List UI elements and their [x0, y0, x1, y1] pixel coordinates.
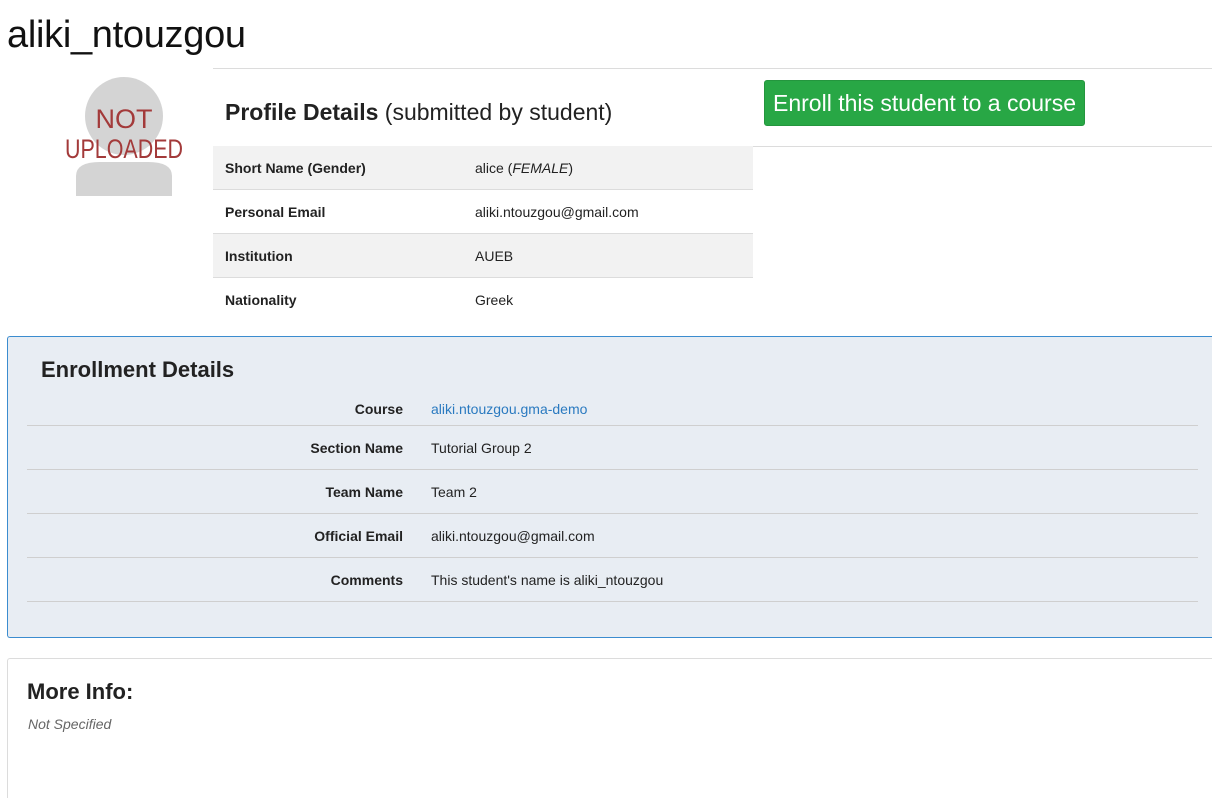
institution-value: AUEB [463, 233, 753, 278]
table-row: Short Name (Gender) alice (FEMALE) [213, 146, 753, 190]
avatar-text-line1: NOT [96, 104, 153, 134]
table-row: Nationality Greek [213, 278, 753, 322]
enroll-student-button[interactable]: Enroll this student to a course [764, 80, 1085, 126]
section-name-value: Tutorial Group 2 [431, 439, 532, 456]
list-item: Official Email aliki.ntouzgou@gmail.com [27, 514, 1198, 558]
comments-value: This student's name is aliki_ntouzgou [431, 571, 664, 588]
official-email-value: aliki.ntouzgou@gmail.com [431, 527, 595, 544]
team-name-label: Team Name [325, 483, 403, 500]
profile-heading-title: Profile Details [225, 99, 379, 125]
more-info-panel: More Info: Not Specified [7, 658, 1212, 798]
profile-placeholder-icon: NOT UPLOADED [65, 77, 183, 196]
section-name-label: Section Name [310, 439, 403, 456]
short-name-value: alice (FEMALE) [463, 146, 753, 190]
institution-label: Institution [213, 233, 463, 278]
profile-heading: Profile Details (submitted by student) [225, 99, 612, 126]
enrollment-panel: Enrollment Details Course aliki.ntouzgou… [7, 336, 1212, 638]
enrollment-heading: Enrollment Details [41, 357, 235, 382]
page-title: aliki_ntouzgou [7, 14, 246, 56]
short-name-label: Short Name (Gender) [213, 146, 463, 190]
list-item: Course aliki.ntouzgou.gma-demo [27, 386, 1198, 426]
table-row: Personal Email aliki.ntouzgou@gmail.com [213, 189, 753, 234]
team-name-value: Team 2 [431, 483, 477, 500]
more-info-heading: More Info: [27, 679, 134, 704]
short-name-text: alice [475, 159, 504, 176]
table-row: Institution AUEB [213, 233, 753, 278]
personal-email-label: Personal Email [213, 189, 463, 234]
comments-label: Comments [330, 571, 403, 588]
more-info-value: Not Specified [28, 716, 112, 732]
enrollment-details-list: Course aliki.ntouzgou.gma-demo Section N… [27, 386, 1198, 602]
nationality-value: Greek [475, 291, 514, 308]
profile-panel: Profile Details (submitted by student) E… [213, 68, 1212, 337]
profile-heading-note: (submitted by student) [384, 99, 613, 125]
course-link[interactable]: aliki.ntouzgou.gma-demo [431, 401, 587, 417]
list-item: Team Name Team 2 [27, 470, 1198, 514]
official-email-label: Official Email [314, 527, 403, 544]
gender-value: FEMALE [512, 159, 569, 176]
course-label: Course [354, 401, 403, 417]
list-item: Section Name Tutorial Group 2 [27, 426, 1198, 470]
profile-header: Profile Details (submitted by student) E… [213, 69, 1212, 147]
personal-email-value: aliki.ntouzgou@gmail.com [463, 189, 753, 234]
list-item: Comments This student's name is aliki_nt… [27, 558, 1198, 602]
avatar-text-line2: UPLOADED [65, 134, 183, 164]
avatar: NOT UPLOADED [60, 72, 188, 196]
profile-details-table: Short Name (Gender) alice (FEMALE) Perso… [213, 146, 753, 321]
nationality-label: Nationality [225, 291, 297, 308]
